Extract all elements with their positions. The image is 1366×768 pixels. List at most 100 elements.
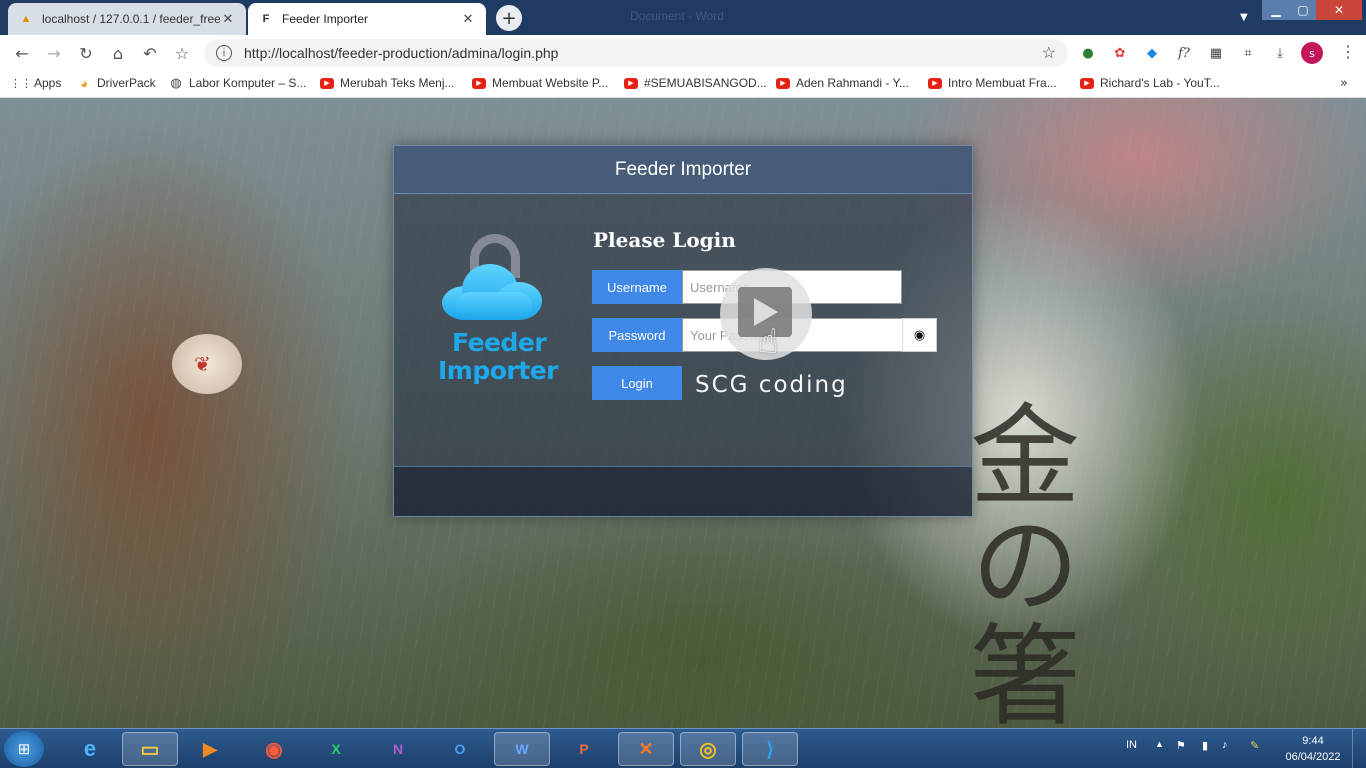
network-icon[interactable]: ⚑ (1176, 739, 1186, 752)
extension-globe-icon[interactable]: ● (1078, 43, 1098, 63)
bookmark-label: #SEMUABISANGOD... (644, 76, 767, 90)
show-hidden-icons-icon[interactable]: ▲ (1155, 739, 1164, 749)
login-button[interactable]: Login (592, 366, 682, 400)
site-info-icon[interactable]: i (216, 45, 232, 61)
xampp-icon[interactable]: ✕ (618, 732, 674, 766)
youtube-icon: ▶ (624, 77, 638, 89)
bookmark-youtube-2[interactable]: ▶ Membuat Website P... (472, 76, 608, 90)
taskbar-clock[interactable]: 9:44 06/04/2022 (1282, 733, 1344, 765)
font-extension-icon[interactable]: f? (1174, 43, 1194, 63)
close-tab-icon[interactable]: ✕ (220, 11, 236, 27)
panel-footer (394, 466, 972, 516)
bookmark-youtube-3[interactable]: ▶ #SEMUABISANGOD... (624, 76, 767, 90)
minimize-button[interactable]: ▁ (1262, 0, 1290, 20)
back-icon[interactable]: ← (11, 42, 33, 64)
volume-icon[interactable]: ♪ (1222, 739, 1228, 751)
excel-icon[interactable]: X (308, 732, 364, 766)
media-player-icon[interactable]: ▶ (182, 732, 238, 766)
login-panel: Feeder Importer Feeder Importer Please L… (393, 145, 973, 517)
bookmark-labor-komputer[interactable]: ◍ Labor Komputer – S... (169, 75, 307, 90)
extensions-grid-icon[interactable]: ▦ (1206, 43, 1226, 63)
bookmark-label: Aden Rahmandi - Y... (796, 76, 909, 90)
undo-icon[interactable]: ↶ (139, 42, 161, 64)
globe-icon: ◍ (170, 75, 182, 90)
show-desktop-button[interactable] (1352, 729, 1366, 768)
chrome-icon[interactable]: ◎ (680, 732, 736, 766)
tab-title: localhost / 127.0.0.1 / feeder_free (42, 12, 220, 26)
tab-phpmyadmin[interactable]: ▲ localhost / 127.0.0.1 / feeder_free ✕ (8, 3, 246, 35)
clock-time: 9:44 (1302, 735, 1324, 747)
download-icon[interactable]: ⤓ (1270, 43, 1290, 63)
onenote-icon[interactable]: N (370, 732, 426, 766)
username-label: Username (592, 270, 682, 304)
browser-tab-strip: ▲ localhost / 127.0.0.1 / feeder_free ✕ … (0, 0, 1366, 35)
vscode-icon[interactable]: ⟩ (742, 732, 798, 766)
reload-icon[interactable]: ↻ (75, 42, 97, 64)
home-icon[interactable]: ⌂ (107, 42, 129, 64)
tab-title: Feeder Importer (282, 12, 369, 26)
bookmark-page-icon[interactable]: ☆ (1042, 43, 1056, 63)
battery-icon[interactable]: ▮ (1202, 739, 1208, 752)
new-tab-button[interactable]: + (496, 5, 522, 31)
bookmark-youtube-1[interactable]: ▶ Merubah Teks Menj... (320, 76, 455, 90)
bookmark-label: Apps (34, 76, 62, 90)
bookmark-apps[interactable]: ⋮⋮ Apps (10, 76, 62, 90)
close-tab-icon[interactable]: ✕ (460, 11, 476, 27)
bookmark-label: Labor Komputer – S... (189, 76, 307, 90)
bookmark-youtube-4[interactable]: ▶ Aden Rahmandi - Y... (776, 76, 909, 90)
internet-explorer-icon[interactable]: e (62, 732, 118, 766)
language-indicator[interactable]: IN (1126, 739, 1137, 751)
screen-recorder-icon[interactable]: ◉ (246, 732, 302, 766)
file-explorer-icon[interactable]: ▭ (122, 732, 178, 766)
background-kanji: 金の箸 (951, 398, 1079, 728)
crop-icon[interactable]: ⌗ (1238, 43, 1258, 63)
windows-taskbar: ⊞ e ▭ ▶ ◉ X N O W P ✕ ◎ ⟩ IN ▲ ⚑ ▮ ♪ ✎ 9… (0, 728, 1366, 768)
password-label: Password (592, 318, 682, 352)
address-bar[interactable]: i http://localhost/feeder-production/adm… (204, 39, 1068, 67)
bookmarks-bar: ⋮⋮ Apps ◕ DriverPack ◍ Labor Komputer – S..… (0, 70, 1366, 98)
extension-drop-icon[interactable]: ◆ (1142, 43, 1162, 63)
bookmark-label: Merubah Teks Menj... (340, 76, 455, 90)
watermark-text: SCG coding (695, 372, 848, 398)
word-icon[interactable]: W (494, 732, 550, 766)
maximize-button[interactable]: ▢ (1290, 0, 1316, 20)
bookmark-youtube-6[interactable]: ▶ Richard's Lab - YouT... (1080, 76, 1220, 90)
tab-search-icon[interactable]: ▼ (1240, 12, 1248, 23)
bookmark-youtube-5[interactable]: ▶ Intro Membuat Fra... (928, 76, 1057, 90)
bookmark-driverpack[interactable]: ◕ DriverPack (77, 75, 156, 91)
youtube-icon: ▶ (320, 77, 334, 89)
driverpack-icon: ◕ (80, 75, 88, 91)
logo-text-line1: Feeder (452, 328, 547, 357)
bookmark-label: Intro Membuat Fra... (948, 76, 1057, 90)
show-password-eye-icon[interactable]: ◉ (902, 318, 937, 352)
feeder-favicon-icon: F (262, 13, 270, 25)
menu-kebab-icon[interactable]: ⋮ (1340, 42, 1356, 61)
powerpoint-icon[interactable]: P (556, 732, 612, 766)
watermark-hand-cursor-icon: ☝ (758, 322, 779, 362)
color-picker-extension-icon[interactable]: ✿ (1110, 43, 1130, 63)
youtube-icon: ▶ (472, 77, 486, 89)
cloud-icon (442, 260, 542, 320)
heart-icon: ❦ (194, 352, 211, 376)
youtube-icon: ▶ (1080, 77, 1094, 89)
notification-icon[interactable]: ✎ (1250, 739, 1259, 752)
login-heading: Please Login (593, 228, 736, 252)
bookmark-star-icon[interactable]: ☆ (171, 42, 193, 64)
feeder-importer-logo: Feeder Importer (436, 234, 559, 394)
apps-grid-icon: ⋮⋮ (10, 77, 32, 90)
close-window-button[interactable]: ✕ (1316, 0, 1362, 20)
start-button[interactable]: ⊞ (4, 731, 44, 767)
url-text: http://localhost/feeder-production/admin… (244, 45, 559, 61)
background-window-title: Document - Word (630, 9, 724, 23)
bookmark-label: DriverPack (97, 76, 156, 90)
more-bookmarks-icon[interactable]: » (1340, 76, 1348, 91)
bookmark-label: Richard's Lab - YouT... (1100, 76, 1220, 90)
outlook-icon[interactable]: O (432, 732, 488, 766)
clock-date: 06/04/2022 (1285, 751, 1341, 763)
youtube-icon: ▶ (776, 77, 790, 89)
bookmark-label: Membuat Website P... (492, 76, 609, 90)
youtube-icon: ▶ (928, 77, 942, 89)
forward-icon[interactable]: → (43, 42, 65, 64)
tab-feeder-importer[interactable]: F Feeder Importer ✕ (248, 3, 486, 35)
profile-avatar[interactable]: s (1301, 42, 1323, 64)
